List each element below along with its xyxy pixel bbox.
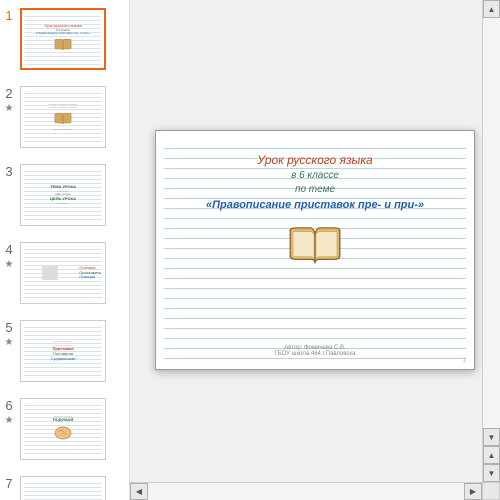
vertical-scrollbar[interactable]: ▲ ▼ ▲ ▼ (482, 0, 500, 482)
thumbnail-slide-2[interactable]: 2 ★ ——— ——— ——— ——— ——— ——— ——— ——— (0, 78, 129, 156)
scroll-track[interactable] (148, 483, 464, 500)
thumbnail-number: 2 (5, 86, 12, 101)
thumbnail-preview[interactable]: Урок русского языка в 6 классе «Правопис… (20, 8, 106, 70)
thumbnail-slide-7[interactable]: 7 ——— ——— ——— ——— ——— ——— ——— ——— ——— (0, 468, 129, 500)
thumbnail-preview[interactable]: ——— ——— ——— ——— ——— ——— ——— ——— ——— (20, 476, 106, 500)
thumbnail-panel[interactable]: 1 Урок русского языка в 6 классе «Правоп… (0, 0, 130, 500)
horizontal-scrollbar[interactable]: ◀ ▶ (130, 482, 482, 500)
thumbnail-slide-6[interactable]: 6 ★ ——— ——— ПОДУМАЙ (0, 390, 129, 468)
thumbnail-preview[interactable]: ——— ——— ПОДУМАЙ (20, 398, 106, 460)
scroll-up-button[interactable]: ▲ (483, 0, 500, 18)
scroll-track[interactable] (483, 18, 500, 428)
thumbnail-number: 7 (5, 476, 12, 491)
thumbnail-number: 3 (5, 164, 12, 179)
slide-topic: «Правописание приставок пре- и при-» (176, 199, 454, 211)
thumbnail-slide-3[interactable]: 3 ТЕМА УРОКА ———— пре- и при- ЦЕЛЬ УРОКА… (0, 156, 129, 234)
image-placeholder (42, 266, 58, 280)
star-icon: ★ (5, 103, 14, 114)
thumbnail-preview[interactable]: Сначала Приставить Позиция (20, 242, 106, 304)
thumbnail-preview[interactable]: ——— ——— ——— ——— ——— ——— ——— ——— (20, 86, 106, 148)
thumbnail-slide-1[interactable]: 1 Урок русского языка в 6 классе «Правоп… (0, 0, 129, 78)
thumbnail-preview[interactable]: ——— ——— ——— ——— Приставки Поставила Суфф… (20, 320, 106, 382)
book-icon (54, 38, 72, 52)
slide-viewport[interactable]: Урок русского языка в 6 классе по теме «… (130, 0, 500, 500)
slide-school: ГБОУ школа 464 г.Павловска (176, 351, 454, 357)
star-icon: ★ (5, 415, 14, 426)
slide-title-line-2: в 6 классе (176, 170, 454, 181)
slide-editor-area: Урок русского языка в 6 классе по теме «… (130, 0, 500, 500)
thumbnail-preview[interactable]: ТЕМА УРОКА ———— пре- и при- ЦЕЛЬ УРОКА —… (20, 164, 106, 226)
book-icon (54, 112, 72, 126)
star-icon: ★ (5, 259, 14, 270)
book-icon (286, 225, 344, 267)
scroll-left-button[interactable]: ◀ (130, 483, 148, 500)
slide-title-line-3: по теме (176, 184, 454, 195)
scrollbar-corner (482, 482, 500, 500)
thumbnail-slide-4[interactable]: 4 ★ Сначала Приставить Позиция (0, 234, 129, 312)
next-slide-button[interactable]: ▼ (483, 464, 500, 482)
thumbnail-number: 1 (5, 8, 12, 23)
slide-title-line-1: Урок русского языка (176, 153, 454, 167)
brain-icon (53, 425, 73, 441)
thumbnail-number: 4 (5, 242, 12, 257)
thumbnail-number: 5 (5, 320, 12, 335)
thumbnail-slide-5[interactable]: 5 ★ ——— ——— ——— ——— Приставки Поставила … (0, 312, 129, 390)
scroll-down-button[interactable]: ▼ (483, 428, 500, 446)
scroll-right-button[interactable]: ▶ (464, 483, 482, 500)
star-icon: ★ (5, 337, 14, 348)
main-slide[interactable]: Урок русского языка в 6 классе по теме «… (155, 130, 475, 370)
thumbnail-number: 6 (5, 398, 12, 413)
prev-slide-button[interactable]: ▲ (483, 446, 500, 464)
